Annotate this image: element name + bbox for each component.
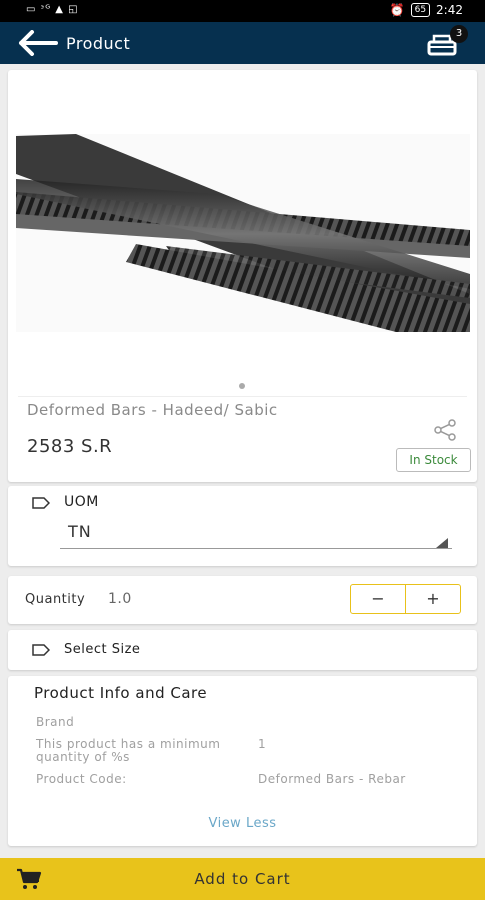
divider (18, 396, 467, 397)
info-row-value: Deformed Bars - Rebar (258, 772, 406, 786)
page-title: Product (66, 34, 131, 53)
info-row-label: This product has a minimum quantity of %… (36, 737, 221, 764)
battery-indicator: 65 (410, 3, 431, 17)
share-icon[interactable] (432, 418, 458, 442)
tag-icon (32, 644, 50, 656)
add-to-cart-button[interactable]: Add to Cart (0, 858, 485, 900)
view-less-link[interactable]: View Less (8, 816, 477, 831)
quantity-increase-button[interactable]: + (405, 584, 461, 614)
alarm-icon: ⏰ (389, 3, 405, 17)
status-bar: ▭ ᵌᴳ ▲ ◱ ⏰ 65 2:42 (0, 0, 485, 22)
add-to-cart-label: Add to Cart (194, 870, 291, 888)
status-right: ⏰ 65 2:42 (390, 3, 463, 17)
info-title: Product Info and Care (34, 684, 208, 702)
select-size-card[interactable]: Select Size (8, 630, 477, 670)
status-icons: ▭ ᵌᴳ ▲ ◱ (26, 4, 79, 15)
stock-status-badge: In Stock (396, 448, 471, 472)
quantity-decrease-button[interactable]: − (350, 584, 406, 614)
quantity-value: 1.0 (108, 591, 132, 607)
tag-icon (32, 497, 50, 509)
quantity-card: Quantity 1.0 − + (8, 576, 477, 624)
clock: 2:42 (436, 3, 463, 17)
product-price: 2583 S.R (27, 436, 113, 457)
product-name: Deformed Bars - Hadeed/ Sabic (27, 401, 278, 419)
uom-select[interactable]: TN (68, 522, 92, 541)
dropdown-caret-icon[interactable] (436, 538, 448, 548)
product-card: Deformed Bars - Hadeed/ Sabic 2583 S.R I… (8, 70, 477, 482)
product-info-card: Product Info and Care Brand This product… (8, 676, 477, 846)
select-size-label: Select Size (64, 642, 141, 657)
info-row-label: Brand (36, 715, 75, 729)
info-row-label: Product Code: (36, 772, 127, 786)
info-row-value: 1 (258, 737, 267, 751)
rebar-image (16, 134, 470, 332)
uom-select-underline (60, 548, 452, 549)
app-bar: Product 3 (0, 22, 485, 64)
quantity-label: Quantity (25, 592, 86, 607)
uom-card: UOM TN (8, 486, 477, 566)
carousel-dot[interactable] (239, 383, 245, 389)
cart-count-badge: 3 (450, 25, 468, 43)
uom-label: UOM (64, 494, 99, 510)
back-arrow-icon[interactable] (18, 30, 58, 56)
